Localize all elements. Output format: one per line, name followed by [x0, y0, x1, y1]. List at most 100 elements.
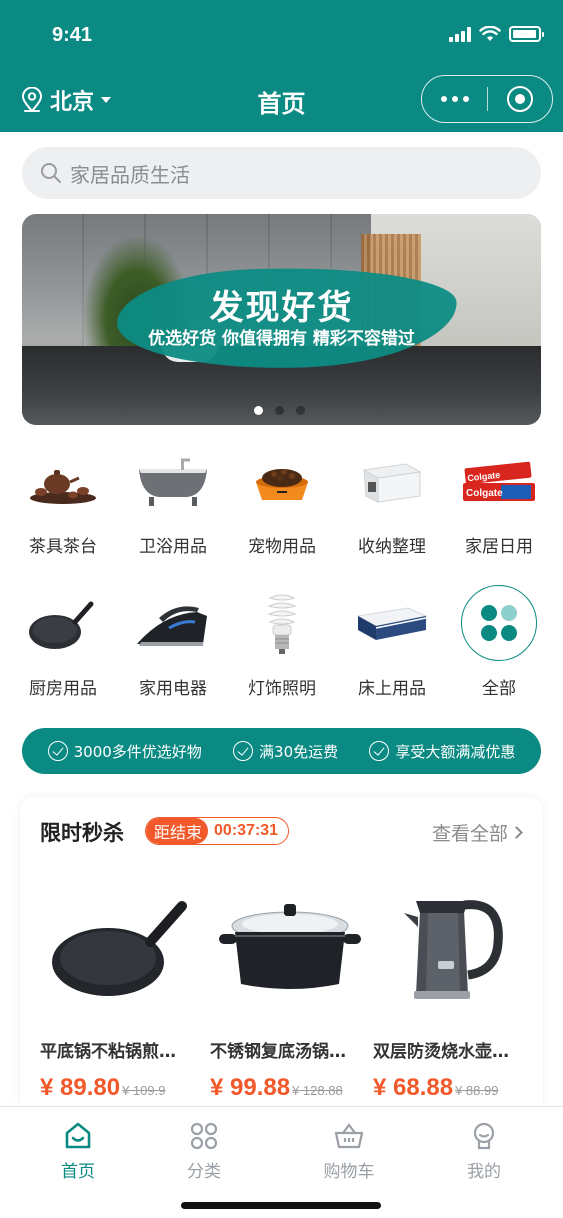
- product-original-price: ¥ 128.88: [292, 1083, 343, 1098]
- toothpaste-icon: Colgate Colgate: [463, 461, 535, 501]
- category-storage[interactable]: 收纳整理: [337, 448, 447, 557]
- search-bar[interactable]: 家居品质生活: [22, 147, 541, 199]
- battery-icon: [509, 26, 544, 42]
- status-time: 9:41: [52, 24, 93, 46]
- category-label: 厨房用品: [29, 679, 97, 699]
- tab-cart[interactable]: 购物车: [304, 1119, 394, 1182]
- miniprogram-capsule: [421, 75, 553, 123]
- category-label: 全部: [482, 679, 516, 699]
- promo-text: 享受大额满减优惠: [395, 742, 516, 761]
- tab-category[interactable]: 分类: [159, 1119, 249, 1182]
- category-label: 茶具茶台: [29, 537, 97, 557]
- category-all[interactable]: 全部: [444, 585, 554, 699]
- chevron-right-icon: [510, 826, 523, 839]
- category-pet[interactable]: 宠物用品: [227, 448, 337, 557]
- tab-label: 购物车: [323, 1162, 375, 1182]
- frying-pan-icon: [29, 601, 94, 649]
- all-categories-icon: [461, 585, 537, 661]
- product-original-price: ¥ 109.9: [122, 1083, 166, 1098]
- flash-sale-section: 限时秒杀 距结束 00:37:31 查看全部 平底锅不粘锅煎… ¥ 89.80 …: [20, 797, 543, 1117]
- tab-label: 我的: [467, 1162, 501, 1182]
- pet-bowl-icon: [256, 469, 308, 500]
- page-title: 首页: [257, 90, 306, 118]
- promo-item: 满30免运费: [233, 741, 338, 762]
- wifi-icon: [479, 26, 501, 41]
- tab-label: 首页: [61, 1162, 95, 1182]
- category-tea[interactable]: 茶具茶台: [8, 448, 118, 557]
- bathtub-icon: [139, 458, 207, 506]
- tab-home[interactable]: 首页: [33, 1119, 123, 1182]
- promo-text: 3000多件优选好物: [73, 742, 202, 761]
- category-label: 家居日用: [465, 537, 533, 557]
- countdown-badge: 距结束 00:37:31: [145, 817, 290, 845]
- category-lighting[interactable]: 灯饰照明: [227, 590, 337, 699]
- location-selector[interactable]: 北京: [20, 84, 112, 116]
- countdown-time: 00:37:31: [214, 822, 279, 839]
- promo-banner[interactable]: 发现好货 优选好货 你值得拥有 精彩不容错过: [22, 214, 541, 425]
- promo-text: 满30免运费: [259, 742, 339, 761]
- kettle-icon: [404, 900, 503, 999]
- tab-label: 分类: [187, 1162, 221, 1182]
- check-circle-icon: [233, 741, 254, 761]
- app-header: 9:41 北京 首页: [0, 0, 563, 132]
- promo-item: 3000多件优选好物: [47, 741, 202, 762]
- category-label: 灯饰照明: [248, 679, 316, 699]
- mattress-icon: [356, 607, 428, 640]
- view-all-link[interactable]: 查看全部: [431, 819, 523, 846]
- category-kitchen[interactable]: 厨房用品: [8, 590, 118, 699]
- profile-icon: [473, 1122, 495, 1150]
- product-original-price: ¥ 88.99: [455, 1083, 499, 1098]
- product-price: ¥ 89.80: [40, 1074, 121, 1101]
- light-bulb-icon: [267, 594, 297, 654]
- soup-pot-icon: [219, 904, 361, 989]
- check-circle-icon: [369, 741, 390, 761]
- product-price: ¥ 68.88: [373, 1074, 454, 1101]
- close-miniprogram-icon[interactable]: [488, 76, 552, 122]
- search-icon: [41, 163, 61, 183]
- flash-sale-title: 限时秒杀: [40, 821, 124, 845]
- check-circle-icon: [47, 741, 68, 761]
- view-all-label: 查看全部: [431, 823, 508, 845]
- banner-dot[interactable]: [275, 406, 284, 415]
- frying-pan-icon: [52, 901, 187, 996]
- product-card[interactable]: 平底锅不粘锅煎… ¥ 89.80 ¥ 109.9: [40, 877, 200, 1102]
- category-label: 家用电器: [139, 679, 207, 699]
- svg-text:Colgate: Colgate: [466, 488, 503, 499]
- storage-box-icon: [362, 463, 422, 503]
- banner-title: 发现好货: [209, 288, 354, 328]
- category-label: 宠物用品: [248, 537, 316, 557]
- home-indicator[interactable]: [181, 1202, 381, 1209]
- location-pin-icon: [21, 87, 43, 113]
- service-promo-strip: 3000多件优选好物 满30免运费 享受大额满减优惠: [22, 728, 541, 774]
- category-icon: [190, 1122, 218, 1150]
- banner-pagination: [254, 406, 305, 415]
- category-label: 卫浴用品: [139, 537, 207, 557]
- category-appliance[interactable]: 家用电器: [118, 590, 228, 699]
- iron-icon: [137, 606, 207, 646]
- signal-icon: [449, 26, 471, 42]
- banner-dot[interactable]: [254, 406, 263, 415]
- product-price: ¥ 99.88: [210, 1074, 291, 1101]
- banner-subtitle: 优选好货 你值得拥有 精彩不容错过: [148, 329, 415, 349]
- category-label: 床上用品: [358, 679, 426, 699]
- category-bath[interactable]: 卫浴用品: [118, 448, 228, 557]
- more-menu-icon[interactable]: [422, 76, 487, 122]
- product-card[interactable]: 双层防烫烧水壶… ¥ 68.88 ¥ 88.99: [373, 877, 533, 1102]
- cart-icon: [334, 1123, 364, 1149]
- caret-down-icon: [101, 97, 112, 103]
- home-icon: [65, 1122, 91, 1149]
- location-label: 北京: [50, 90, 95, 115]
- product-name: 不锈钢复底汤锅…: [210, 1042, 346, 1062]
- product-name: 平底锅不粘锅煎…: [40, 1042, 176, 1062]
- promo-item: 享受大额满减优惠: [369, 741, 515, 762]
- category-bedding[interactable]: 床上用品: [337, 590, 447, 699]
- banner-dot[interactable]: [296, 406, 305, 415]
- category-daily[interactable]: Colgate Colgate 家居日用: [444, 448, 554, 557]
- tea-set-icon: [30, 470, 96, 504]
- category-label: 收纳整理: [358, 537, 426, 557]
- tab-profile[interactable]: 我的: [439, 1119, 529, 1182]
- search-placeholder: 家居品质生活: [70, 162, 190, 187]
- product-card[interactable]: 不锈钢复底汤锅… ¥ 99.88 ¥ 128.88: [210, 877, 370, 1102]
- status-icons: [449, 26, 544, 42]
- product-name: 双层防烫烧水壶…: [373, 1042, 509, 1062]
